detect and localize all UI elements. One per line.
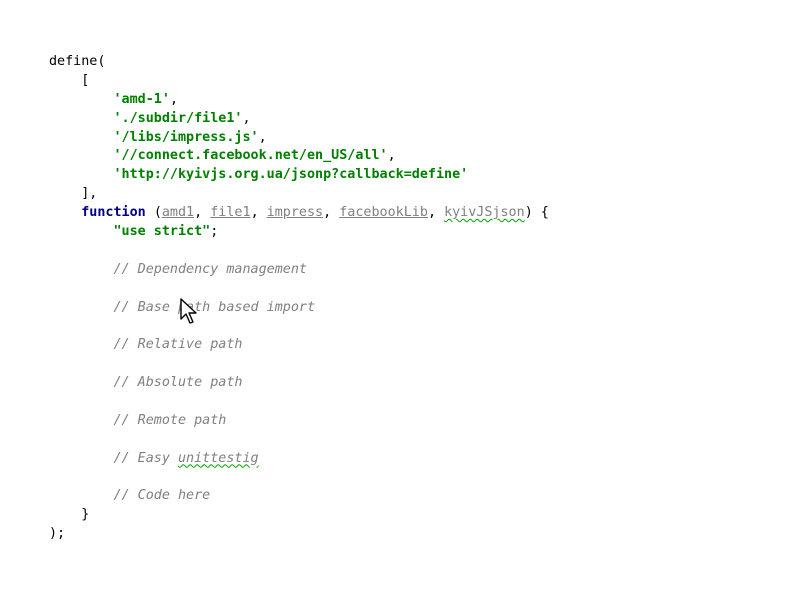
comma: , [194,205,203,221]
dependency-string: 'amd-1' [113,91,170,107]
comment: // Dependency management [113,261,307,277]
paren-close-brace: ) { [524,205,549,221]
define-close: ); [49,526,66,542]
code-line: "use strict"; [49,223,549,242]
comment: // Base path based import [113,299,316,315]
comma: , [250,205,259,221]
code-line: // Remote path [49,412,549,431]
comment: // Code here [113,488,211,504]
comma: , [387,148,396,164]
code-line: // Dependency management [49,261,549,280]
paren-open: ( [153,205,162,221]
code-line: // Relative path [49,336,549,355]
code-line: function (amd1, file1, impress, facebook… [49,204,549,223]
param-kyivjsjson: kyivJSjson [444,205,525,221]
code-line: // Absolute path [49,374,549,393]
code-line: ], [49,185,549,204]
define-call: define( [49,54,106,69]
comment: // Absolute path [113,375,243,391]
code-line: // Easy unittestig [49,450,549,469]
code-line: ); [49,525,549,544]
comma: , [242,110,251,126]
code-line: // Code here [49,487,549,506]
code-line: '/libs/impress.js', [49,129,549,148]
code-block: define( [ 'amd-1', './subdir/file1', '/l… [49,53,549,544]
semicolon: ; [210,224,219,240]
code-line: '//connect.facebook.net/en_US/all', [49,147,549,166]
code-line: 'amd-1', [49,91,549,110]
comment: // Remote path [113,412,227,428]
code-line: './subdir/file1', [49,110,549,129]
param-facebooklib: facebookLib [339,205,428,221]
comma: , [169,91,178,107]
comma: , [258,129,267,145]
array-close-bracket: ], [81,186,98,202]
param-impress: impress [266,205,324,221]
function-keyword: function [81,205,146,221]
dependency-string: '//connect.facebook.net/en_US/all' [113,148,388,164]
code-line: define( [49,53,549,72]
param-amd1: amd1 [161,205,195,221]
dependency-string: './subdir/file1' [113,110,243,126]
comma: , [323,205,332,221]
use-strict-string: "use strict" [113,224,211,240]
code-line: 'http://kyivjs.org.ua/jsonp?callback=def… [49,166,549,185]
code-line: } [49,506,549,525]
comment: // Relative path [113,337,243,353]
array-open-bracket: [ [81,72,90,88]
comment: // Easy [113,450,178,466]
dependency-string: 'http://kyivjs.org.ua/jsonp?callback=def… [113,167,469,183]
param-file1: file1 [210,205,251,221]
comma: , [427,205,436,221]
function-close-brace: } [81,507,90,523]
dependency-string: '/libs/impress.js' [113,129,259,145]
code-line: [ [49,72,549,91]
misspelled-word: unittestig [178,450,259,466]
code-line: // Base path based import [49,299,549,318]
code-editor[interactable]: define( [ 'amd-1', './subdir/file1', '/l… [0,0,800,600]
